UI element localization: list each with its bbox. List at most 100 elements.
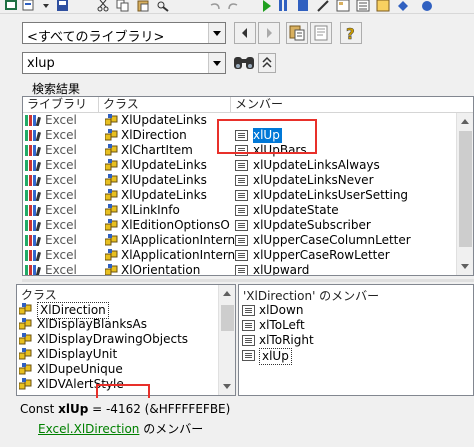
member-list-item[interactable]: xlToLeft: [239, 318, 469, 333]
class-list-item[interactable]: XlDisplayUnit: [17, 347, 217, 362]
search-button[interactable]: [232, 53, 256, 73]
scroll-down-icon[interactable]: [219, 378, 235, 395]
cut-icon[interactable]: [96, 0, 110, 12]
chevron-down-icon[interactable]: [208, 53, 225, 73]
scroll-thumb[interactable]: [459, 131, 472, 247]
result-library: Excel: [45, 158, 77, 172]
save-icon[interactable]: [56, 0, 70, 12]
copy-icon[interactable]: [116, 0, 130, 12]
member-list-label: xlToRight: [259, 333, 314, 347]
class-list-label: XlDisplayBlanksAs: [37, 317, 147, 331]
class-icon: [19, 333, 32, 345]
classes-panel[interactable]: クラス XlDirection XlDisplayBlanksAs XlDispla…: [16, 284, 236, 396]
class-link[interactable]: XlDirection: [74, 422, 140, 436]
scroll-up-icon[interactable]: [219, 285, 235, 302]
result-class: XlApplicationIntern: [121, 233, 236, 247]
class-icon: [105, 249, 118, 261]
result-row[interactable]: Excel XlApplicationIntern xlUpperCaseColum…: [23, 233, 457, 248]
toolbox-icon[interactable]: [396, 0, 410, 12]
run-icon[interactable]: [260, 0, 274, 12]
scroll-thumb[interactable]: [221, 305, 234, 331]
result-class: XlLinkInfo: [121, 203, 180, 217]
class-list-item[interactable]: XlDisplayBlanksAs: [17, 317, 217, 332]
members-panel[interactable]: 'XlDirection' のメンバー xlDown xlToLeft xlToRi…: [238, 284, 474, 396]
library-icon: [25, 235, 41, 246]
paste-icon[interactable]: [136, 0, 150, 12]
result-row[interactable]: Excel XlUpdateLinks xlUpdateLinksUserSetti…: [23, 188, 457, 203]
result-library: Excel: [45, 113, 77, 127]
column-header-member[interactable]: メンバー: [231, 97, 473, 113]
result-row[interactable]: Excel XlApplicationIntern xlUpperCaseRowLe…: [23, 248, 457, 263]
library-icon: [25, 160, 41, 171]
member-list-item[interactable]: xlDown: [239, 303, 469, 318]
scroll-up-icon[interactable]: [457, 113, 473, 130]
forward-button[interactable]: [258, 22, 280, 44]
library-icon: [25, 205, 41, 216]
class-icon: [105, 234, 118, 246]
collapse-chevrons-icon: [262, 56, 272, 68]
design-mode-icon[interactable]: [316, 0, 330, 12]
insert-icon[interactable]: [22, 0, 36, 12]
toolbar: [0, 0, 474, 14]
detail-suffix: のメンバー: [139, 422, 204, 436]
class-icon: [105, 219, 118, 231]
constant-icon: [235, 160, 248, 171]
copy-to-clipboard-button[interactable]: [286, 22, 308, 44]
constant-icon: [242, 350, 255, 361]
library-combo[interactable]: <すべてのライブラリ>: [22, 22, 226, 45]
reset-icon[interactable]: [296, 0, 310, 12]
project-explorer-icon[interactable]: [336, 0, 350, 12]
result-class: XlUpdateLinks: [121, 173, 207, 187]
column-header-library[interactable]: ライブラリ: [23, 97, 99, 113]
splitter[interactable]: [22, 279, 474, 282]
library-link[interactable]: Excel: [38, 422, 70, 436]
result-row[interactable]: Excel XlLinkInfo xlUpdateState: [23, 203, 457, 218]
classes-panel-label: クラス: [21, 288, 57, 302]
class-icon: [19, 303, 32, 315]
search-results-scrollbar[interactable]: [456, 113, 473, 275]
chevron-down-icon[interactable]: [208, 23, 225, 43]
find-icon[interactable]: [156, 0, 170, 12]
result-row[interactable]: Excel XlEditionOptionsO xlUpdateSubscriber: [23, 218, 457, 233]
help-icon[interactable]: [420, 0, 434, 12]
class-icon: [19, 318, 32, 330]
class-icon: [105, 159, 118, 171]
result-row[interactable]: Excel XlOrientation xlUpward: [23, 263, 457, 275]
constant-icon: [235, 265, 248, 275]
class-icon: [105, 114, 118, 126]
detail-membership: Excel.XlDirection のメンバー: [38, 420, 203, 437]
result-row[interactable]: Excel XlUpdateLinks xlUpdateLinksNever: [23, 173, 457, 188]
back-arrow-icon: [242, 28, 247, 38]
properties-icon[interactable]: [356, 0, 370, 12]
class-list-item[interactable]: XlDupeUnique: [17, 362, 217, 377]
dropdown-arrow-icon[interactable]: [40, 0, 54, 12]
result-row[interactable]: Excel XlUpdateLinks xlUpdateLinksAlways: [23, 158, 457, 173]
class-icon: [105, 204, 118, 216]
break-icon[interactable]: [276, 0, 290, 12]
result-library: Excel: [45, 233, 77, 247]
result-library: Excel: [45, 218, 77, 232]
view-definition-button[interactable]: [310, 22, 332, 44]
result-library: Excel: [45, 143, 77, 157]
column-header-class[interactable]: クラス: [99, 97, 231, 113]
scroll-down-icon[interactable]: [457, 258, 473, 275]
class-icon: [19, 378, 32, 390]
object-browser-icon[interactable]: [376, 0, 390, 12]
classes-scrollbar[interactable]: [218, 285, 235, 395]
help-button[interactable]: ?: [340, 22, 362, 44]
redo-icon[interactable]: [226, 0, 240, 12]
constant-icon: [235, 190, 248, 201]
result-class: XlDirection: [121, 128, 187, 142]
search-combo[interactable]: xlup: [22, 52, 226, 74]
member-list-item[interactable]: xlToRight: [239, 333, 469, 348]
member-list-item[interactable]: xlUp: [239, 348, 469, 365]
toggle-search-results-button[interactable]: [258, 53, 276, 73]
class-list-item[interactable]: XlDirection: [17, 302, 217, 319]
class-list-item[interactable]: XlDisplayDrawingObjects: [17, 332, 217, 347]
back-button[interactable]: [234, 22, 256, 44]
detail-value: = -4162 (&HFFFFEFBE): [88, 402, 231, 416]
svg-text:?: ?: [346, 25, 355, 43]
undo-icon[interactable]: [208, 0, 222, 12]
excel-icon[interactable]: [4, 0, 18, 12]
library-icon: [25, 250, 41, 261]
